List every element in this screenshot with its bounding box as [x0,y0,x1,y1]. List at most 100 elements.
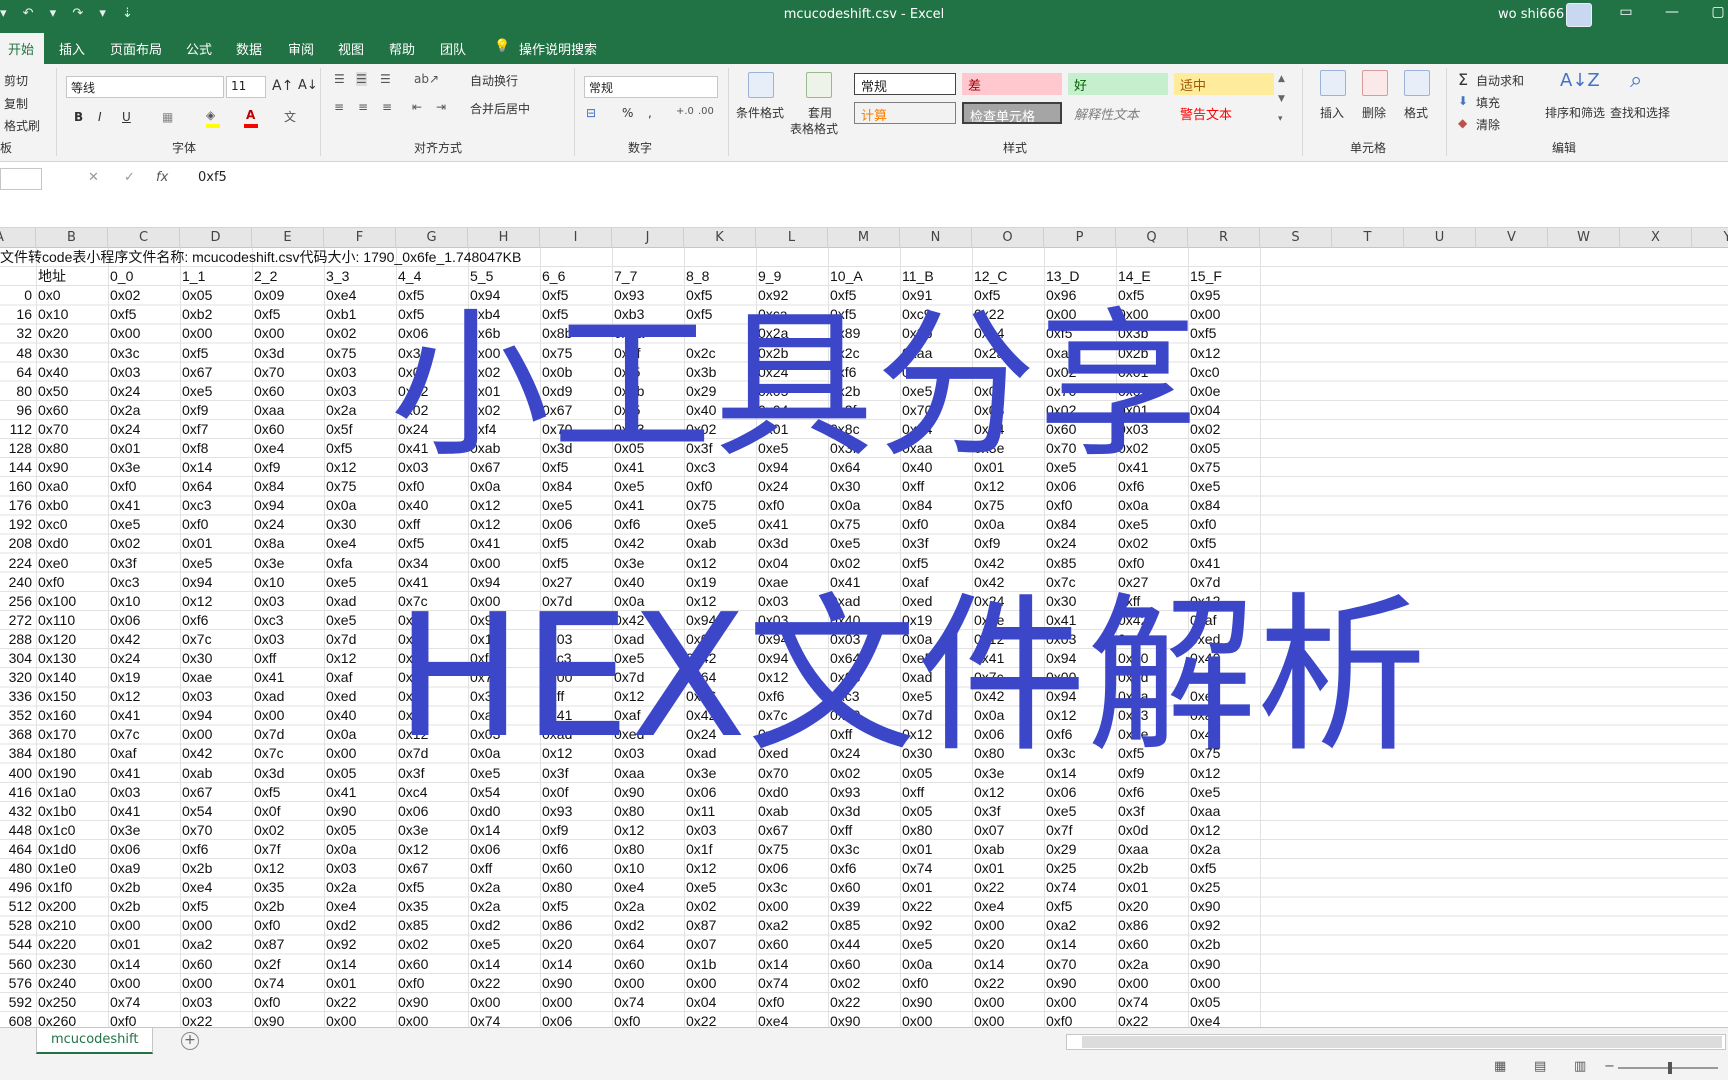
cell[interactable]: 0x60 [180,954,252,973]
cell[interactable]: 0xe5 [180,554,252,573]
cell[interactable]: 0x03 [1044,630,1116,649]
cell[interactable]: 0x75 [972,496,1044,515]
cell[interactable]: 0x1f [684,840,756,859]
cell[interactable]: 0xff [540,687,612,706]
style-check-cell[interactable]: 检查单元格 [962,102,1062,124]
cell[interactable]: 0xaf [1188,611,1260,630]
cell[interactable]: 0xf5 [972,286,1044,305]
cell[interactable]: 0x42 [396,668,468,687]
style-bad[interactable]: 差 [962,73,1062,95]
cell[interactable]: 0x7c [180,630,252,649]
cell[interactable]: 0xad [828,592,900,611]
cell[interactable]: 0x75 [540,343,612,362]
cell[interactable]: 0x03 [540,630,612,649]
cell[interactable]: 0xb2 [180,305,252,324]
cell[interactable]: 0xd2 [612,916,684,935]
cell[interactable]: 0x70 [36,420,108,439]
table-row[interactable]: 592 0x250 0x74 0x03 0xf0 0x22 0x90 0x00 0x00 0x74… [0,993,1260,1012]
wrap-text-button[interactable]: 自动换行 [470,72,518,89]
cell[interactable]: 0xaf [108,744,180,763]
cell[interactable]: 0x94 [756,649,828,668]
cell[interactable]: 0x95 [1188,286,1260,305]
cell[interactable]: 0x60 [756,935,828,954]
table-row[interactable]: 320 0x140 0x19 0xae 0x41 0xaf 0x42 0x7c 0x00 0x7d… [0,668,1260,687]
cell[interactable]: 0x190 [36,764,108,783]
cell[interactable]: 0x41 [108,496,180,515]
cell[interactable]: 0xad [684,744,756,763]
cell[interactable]: 0x3e [972,764,1044,783]
cell[interactable]: 0xe5 [324,573,396,592]
cell[interactable]: 0x14 [972,954,1044,973]
enter-icon[interactable]: ✓ [124,170,135,185]
cell[interactable]: 0x06 [756,859,828,878]
underline-button[interactable]: U [122,110,131,124]
cell[interactable]: 0x02 [108,534,180,553]
cell[interactable]: 0x7d [1116,668,1188,687]
cell[interactable]: 0x60 [612,954,684,973]
autosum-button[interactable]: 自动求和 [1476,72,1524,89]
cell[interactable]: 0x7c [972,668,1044,687]
cell[interactable]: 0x14 [1044,935,1116,954]
cell[interactable]: 0x14 [180,458,252,477]
cell[interactable]: 0x30 [324,515,396,534]
page-break-view-icon[interactable]: ▥ [1574,1059,1586,1074]
cell[interactable]: 0xf6 [828,363,900,382]
tab-review[interactable]: 审阅 [288,39,314,58]
cell[interactable]: 0xf5 [1188,534,1260,553]
cell[interactable]: 416 [0,783,36,802]
cell[interactable]: 0x41 [468,534,540,553]
cell[interactable]: 0x01 [468,382,540,401]
cell[interactable]: 464 [0,840,36,859]
cell[interactable]: 0x02 [684,897,756,916]
increase-indent-icon[interactable]: ⇥ [436,100,446,114]
data-table[interactable]: 地址 0_0 1_1 2_2 3_3 4_4 5_5 6_6 7_7 8_8 9_9 10_A 11_B… [0,248,1260,1027]
styles-scroll-up-icon[interactable]: ▲ [1278,74,1285,84]
cell[interactable]: 0x00 [1116,305,1188,324]
cell[interactable]: 0x04 [1188,401,1260,420]
cell[interactable]: 0x42 [972,554,1044,573]
cell[interactable]: 0xf5 [396,286,468,305]
cell[interactable]: 0xf5 [540,286,612,305]
table-row[interactable]: 80 0x50 0x24 0xe5 0x60 0x03 0x02 0x01 0xd9 0xab 0x… [0,382,1260,401]
cell[interactable]: 0x7d [540,592,612,611]
cell[interactable]: 0xa0 [36,477,108,496]
table-row[interactable]: 192 0xc0 0xe5 0xf0 0x24 0x30 0xff 0x12 0x06 0xf6 0… [0,515,1260,534]
cell[interactable]: 0xe4 [972,897,1044,916]
cell[interactable]: 0x06 [540,1012,612,1027]
cell[interactable]: 0xf9 [1116,764,1188,783]
cell[interactable]: 64 [0,363,36,382]
table-row[interactable]: 512 0x200 0x2b 0xf5 0x2b 0xe4 0x35 0x2a 0xf5 0x2a… [0,897,1260,916]
comma-button[interactable]: , [648,106,652,120]
cell[interactable]: 0xad [252,687,324,706]
cell[interactable]: 0x12 [108,687,180,706]
cell[interactable]: 0xab [180,764,252,783]
cell[interactable]: 0xf0 [1116,554,1188,573]
cell[interactable]: 0x00 [108,916,180,935]
cell[interactable]: 0x94 [180,573,252,592]
cell[interactable]: 0x01 [972,382,1044,401]
cell[interactable]: 0xab [468,439,540,458]
cell[interactable]: 0x6b [468,324,540,343]
cell[interactable]: 0x0a [1116,687,1188,706]
cell[interactable]: 0xad [612,630,684,649]
cell[interactable]: 0xe8 [396,630,468,649]
maximize-icon[interactable]: ▢ [1698,4,1728,20]
cell[interactable]: 0xaf [612,706,684,725]
cell[interactable]: 0xf9 [180,401,252,420]
cell[interactable]: 0x2a [324,401,396,420]
cell[interactable]: 0x06 [540,515,612,534]
cell[interactable]: 48 [0,343,36,362]
add-sheet-button[interactable]: + [181,1032,199,1050]
cell[interactable]: 0x01 [972,859,1044,878]
cell[interactable]: 0x25 [1044,859,1116,878]
cell[interactable]: 0x12 [1188,592,1260,611]
cell[interactable]: 0xff [468,859,540,878]
cell[interactable]: 0x00 [540,993,612,1012]
cell[interactable]: 0x140 [36,668,108,687]
table-row[interactable]: 48 0x30 0x3c 0xf5 0x3d 0x75 0x3e 0x00 0x75 0x3f 0x… [0,343,1260,362]
cell[interactable]: 0x10 [252,573,324,592]
table-row[interactable]: 416 0x1a0 0x03 0x67 0xf5 0x41 0xc4 0x54 0x0f 0x90… [0,783,1260,802]
cell[interactable]: 0x30 [1044,592,1116,611]
cell[interactable]: 0xed [1188,630,1260,649]
column-header-y[interactable]: Y [1692,228,1728,248]
